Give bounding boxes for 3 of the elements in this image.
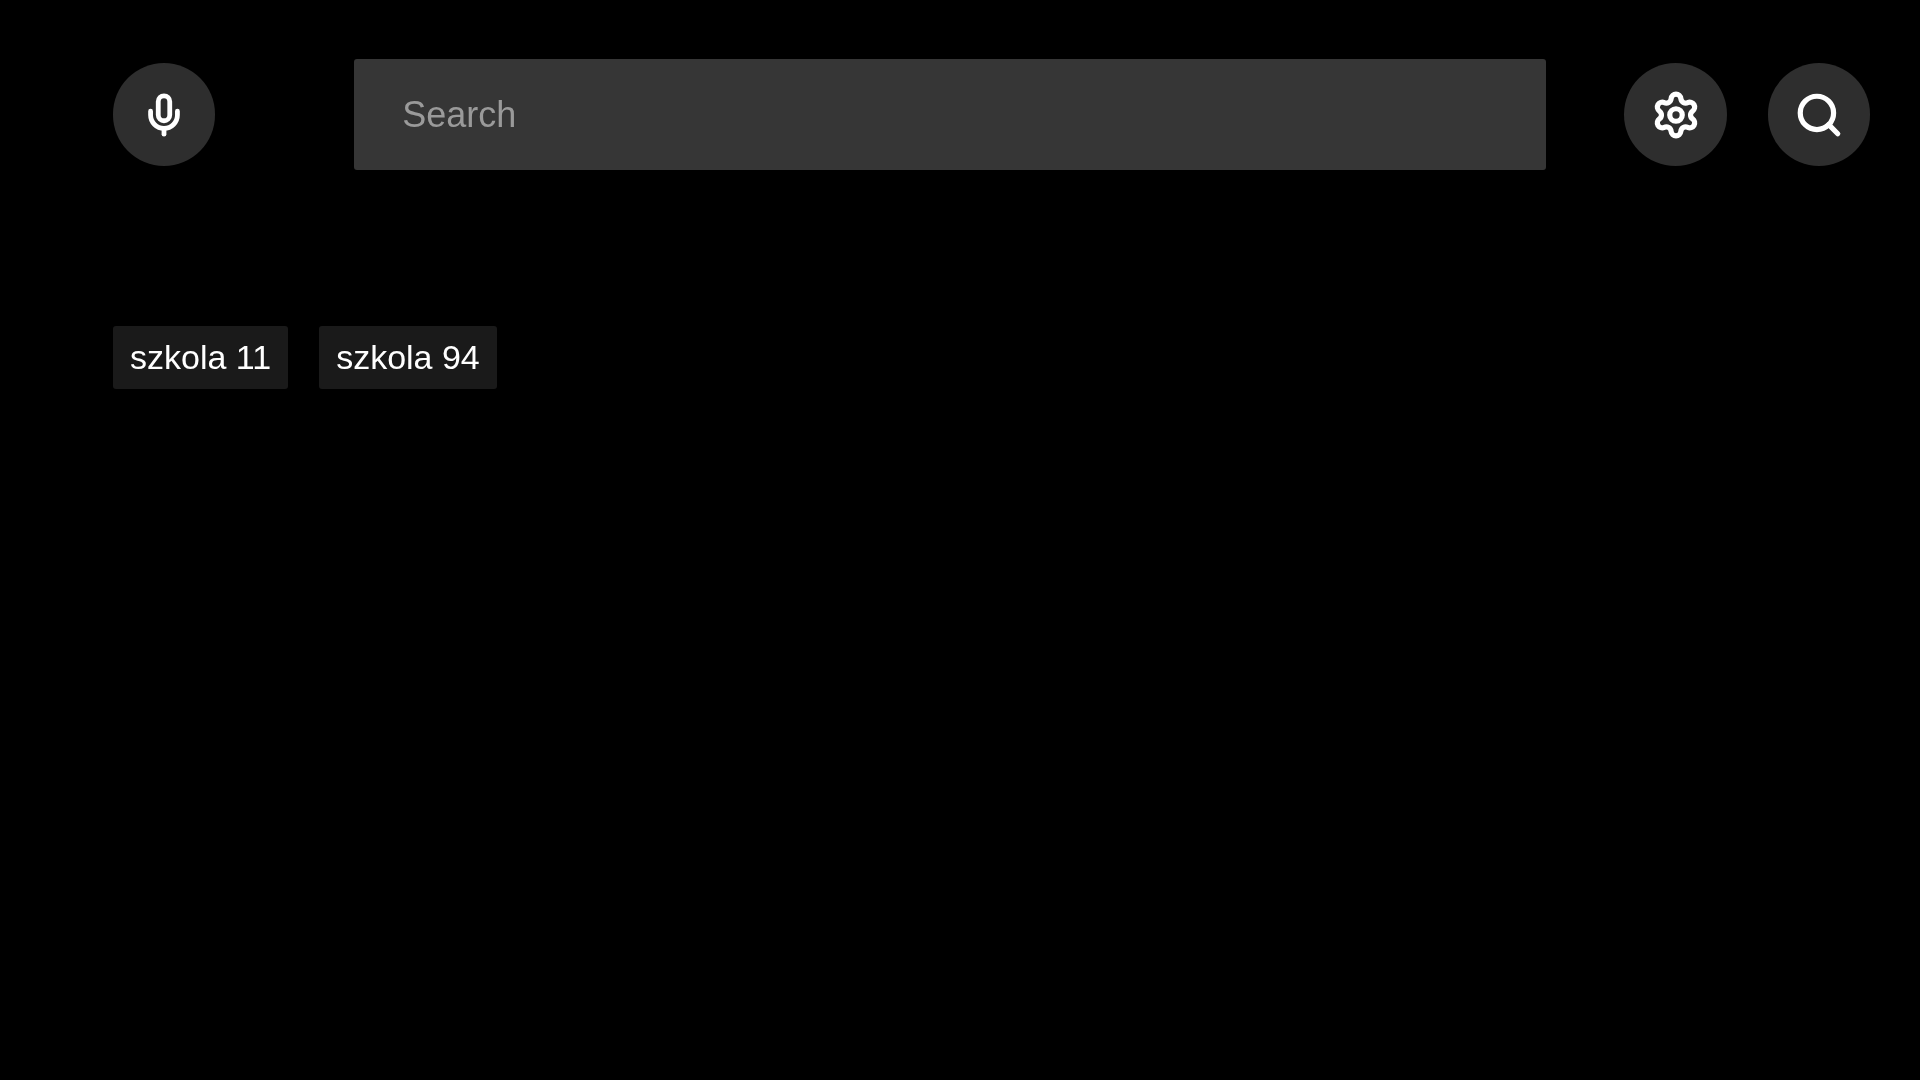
suggestion-chip[interactable]: szkola 11: [113, 326, 289, 389]
suggestion-chip[interactable]: szkola 94: [319, 326, 497, 389]
search-field[interactable]: Search: [354, 59, 1547, 170]
